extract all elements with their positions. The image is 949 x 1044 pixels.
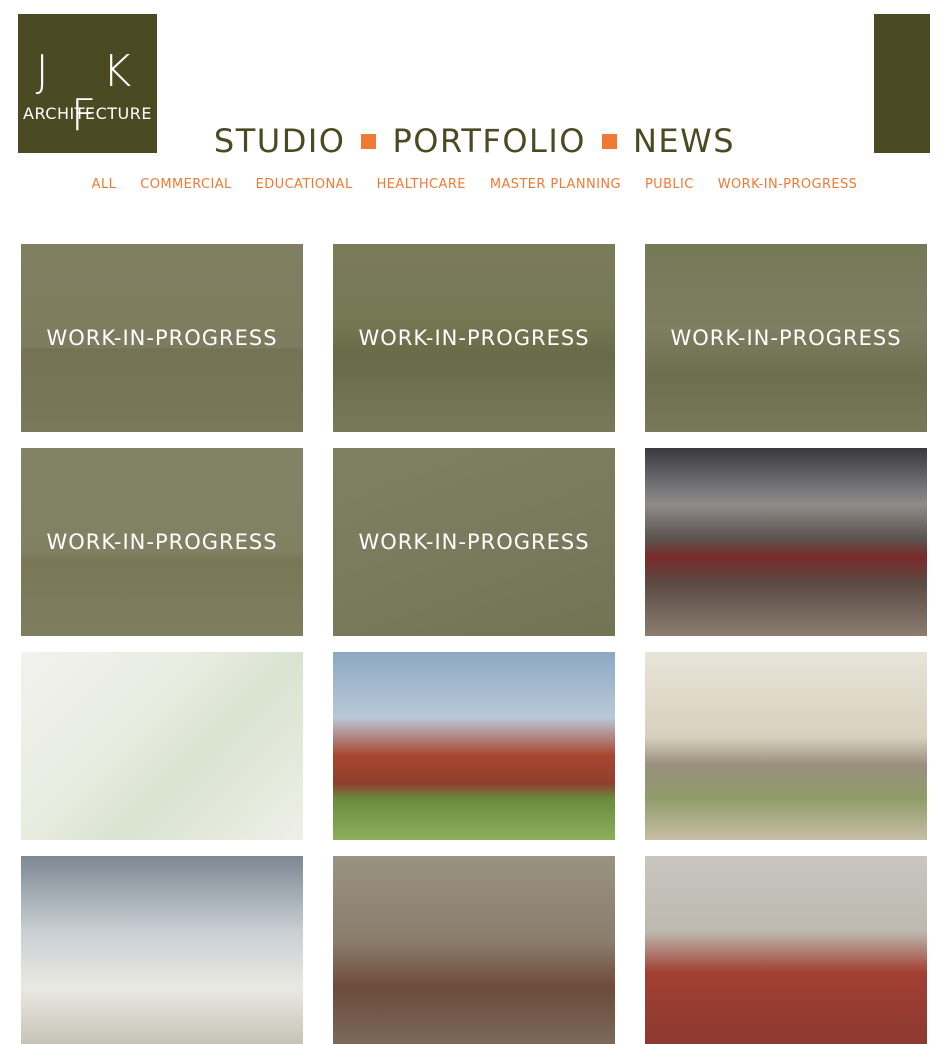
tile-overlay: WORK-IN-PROGRESS xyxy=(21,244,303,432)
project-tile-site-plan[interactable] xyxy=(21,652,303,840)
nav-studio[interactable]: STUDIO xyxy=(214,122,346,160)
project-tile[interactable]: WORK-IN-PROGRESS xyxy=(21,244,303,432)
project-tile-rendering[interactable] xyxy=(333,856,615,1044)
project-tile[interactable]: WORK-IN-PROGRESS xyxy=(21,448,303,636)
project-tile[interactable]: WORK-IN-PROGRESS xyxy=(333,448,615,636)
portfolio-grid: WORK-IN-PROGRESS WORK-IN-PROGRESS WORK-I… xyxy=(21,244,927,1044)
tile-label: WORK-IN-PROGRESS xyxy=(46,326,278,350)
tile-label: WORK-IN-PROGRESS xyxy=(358,326,590,350)
filter-master-planning[interactable]: MASTER PLANNING xyxy=(490,177,621,192)
tile-label: WORK-IN-PROGRESS xyxy=(670,326,902,350)
main-nav: STUDIO PORTFOLIO NEWS xyxy=(0,122,949,160)
filter-commercial[interactable]: COMMERCIAL xyxy=(140,177,231,192)
project-tile-waiting-room-photo[interactable] xyxy=(645,652,927,840)
nav-portfolio[interactable]: PORTFOLIO xyxy=(392,122,585,160)
portfolio-filter-nav: ALL COMMERCIAL EDUCATIONAL HEALTHCARE MA… xyxy=(0,177,949,192)
tile-label: WORK-IN-PROGRESS xyxy=(46,530,278,554)
project-tile-brick-building-photo[interactable] xyxy=(645,856,927,1044)
tile-overlay: WORK-IN-PROGRESS xyxy=(21,448,303,636)
project-tile[interactable]: WORK-IN-PROGRESS xyxy=(645,244,927,432)
tile-overlay: WORK-IN-PROGRESS xyxy=(333,448,615,636)
project-tile-building-photo[interactable] xyxy=(21,856,303,1044)
nav-separator xyxy=(601,133,617,149)
tile-overlay: WORK-IN-PROGRESS xyxy=(645,244,927,432)
filter-public[interactable]: PUBLIC xyxy=(645,177,694,192)
nav-separator xyxy=(361,133,377,149)
filter-healthcare[interactable]: HEALTHCARE xyxy=(377,177,466,192)
project-tile[interactable]: WORK-IN-PROGRESS xyxy=(333,244,615,432)
tile-overlay: WORK-IN-PROGRESS xyxy=(333,244,615,432)
project-tile-school-photo[interactable] xyxy=(333,652,615,840)
nav-news[interactable]: NEWS xyxy=(633,122,735,160)
logo-word: ARCHITECTURE xyxy=(23,104,152,123)
filter-work-in-progress[interactable]: WORK-IN-PROGRESS xyxy=(718,177,858,192)
project-tile-lobby-photo[interactable] xyxy=(645,448,927,636)
filter-all[interactable]: ALL xyxy=(92,177,117,192)
tile-label: WORK-IN-PROGRESS xyxy=(358,530,590,554)
filter-educational[interactable]: EDUCATIONAL xyxy=(256,177,353,192)
